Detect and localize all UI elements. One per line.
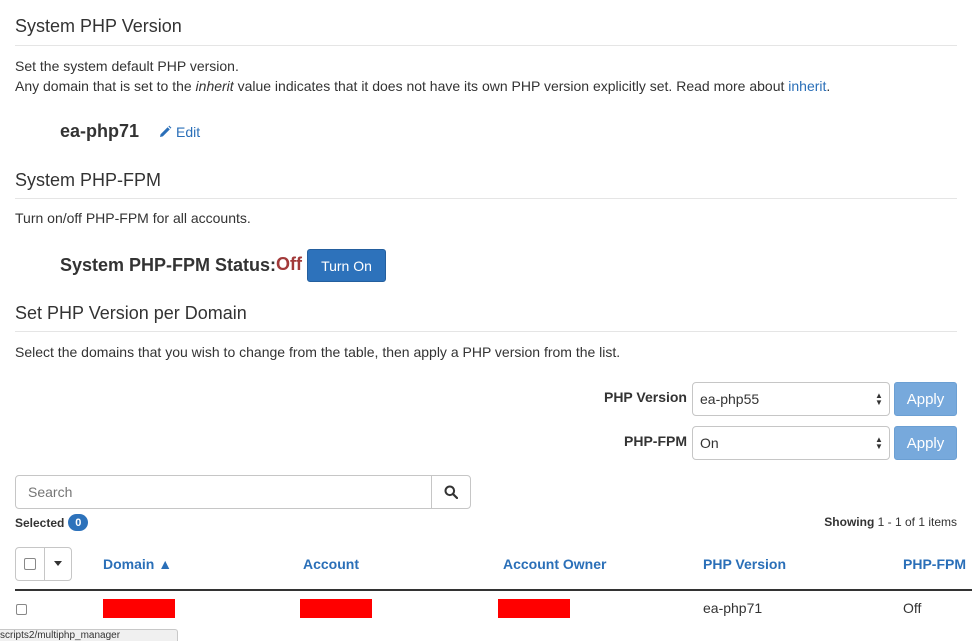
redacted-domain bbox=[103, 599, 175, 618]
php-fpm-label: PHP-FPM bbox=[624, 433, 687, 449]
column-header-account-owner[interactable]: Account Owner bbox=[503, 556, 606, 572]
per-domain-section-title: Set PHP Version per Domain bbox=[15, 303, 247, 323]
table-row: ea-php71 Off bbox=[15, 592, 972, 622]
select-options-dropdown[interactable] bbox=[45, 548, 71, 580]
redacted-account-owner bbox=[498, 599, 570, 618]
edit-php-version-button[interactable]: Edit bbox=[158, 124, 200, 140]
php-version-desc-line1: Set the system default PHP version. bbox=[15, 58, 239, 74]
php-version-label: PHP Version bbox=[603, 389, 687, 405]
search-button[interactable] bbox=[431, 476, 470, 508]
showing-info: Showing 1 - 1 of 1 items bbox=[824, 515, 957, 529]
php-version-section-title: System PHP Version bbox=[15, 16, 182, 36]
column-header-account[interactable]: Account bbox=[303, 556, 359, 572]
fpm-status-label: System PHP-FPM Status: bbox=[60, 255, 277, 275]
showing-range: 1 - 1 of 1 items bbox=[877, 515, 957, 529]
row-checkbox[interactable] bbox=[16, 604, 27, 615]
turn-on-fpm-button[interactable]: Turn On bbox=[307, 249, 386, 282]
php-version-select[interactable]: ea-php55 ▲ ▼ bbox=[692, 382, 890, 416]
apply-php-fpm-button[interactable]: Apply bbox=[894, 426, 957, 460]
inherit-link[interactable]: inherit bbox=[788, 78, 826, 94]
per-domain-desc: Select the domains that you wish to chan… bbox=[15, 344, 621, 360]
column-header-php-version[interactable]: PHP Version bbox=[703, 556, 786, 572]
redacted-account bbox=[300, 599, 372, 618]
search-icon bbox=[444, 485, 458, 499]
desc-text: Any domain that is set to the bbox=[15, 78, 196, 94]
showing-label: Showing bbox=[824, 515, 875, 529]
divider bbox=[15, 198, 957, 199]
column-header-php-fpm[interactable]: PHP-FPM bbox=[903, 556, 966, 572]
select-arrows-icon: ▲ ▼ bbox=[875, 391, 883, 407]
current-php-version: ea-php71 bbox=[60, 121, 140, 141]
fpm-status-value: Off bbox=[276, 254, 302, 274]
row-php-fpm: Off bbox=[903, 600, 922, 616]
table-header-border bbox=[15, 589, 972, 591]
divider bbox=[15, 45, 957, 46]
apply-php-version-button[interactable]: Apply bbox=[894, 382, 957, 416]
search-box bbox=[15, 475, 471, 509]
selected-indicator: Selected 0 bbox=[15, 514, 89, 531]
desc-text: value indicates that it does not have it… bbox=[233, 78, 789, 94]
browser-status-bar: scripts2/multiphp_manager bbox=[0, 629, 178, 641]
desc-text: . bbox=[826, 78, 831, 94]
fpm-desc: Turn on/off PHP-FPM for all accounts. bbox=[15, 210, 251, 226]
search-input[interactable] bbox=[16, 476, 431, 508]
select-arrows-icon: ▲ ▼ bbox=[875, 435, 883, 451]
caret-down-icon bbox=[54, 561, 62, 566]
php-fpm-select[interactable]: On ▲ ▼ bbox=[692, 426, 890, 460]
divider bbox=[15, 331, 957, 332]
selected-label: Selected bbox=[15, 515, 65, 530]
php-version-selected: ea-php55 bbox=[700, 391, 760, 407]
php-fpm-selected: On bbox=[700, 435, 719, 451]
inherit-emphasis: inherit bbox=[195, 78, 234, 94]
selected-count-badge: 0 bbox=[68, 514, 89, 531]
select-all-checkbox-wrapper[interactable] bbox=[16, 548, 45, 580]
pencil-icon bbox=[160, 125, 172, 137]
row-php-version: ea-php71 bbox=[703, 600, 763, 616]
edit-label: Edit bbox=[176, 124, 201, 140]
php-version-desc-line2: Any domain that is set to the inherit va… bbox=[15, 76, 830, 96]
select-all-checkbox[interactable] bbox=[24, 558, 36, 570]
fpm-section-title: System PHP-FPM bbox=[15, 170, 162, 190]
select-all-control bbox=[15, 547, 72, 581]
column-header-domain[interactable]: Domain ▲ bbox=[103, 556, 172, 572]
